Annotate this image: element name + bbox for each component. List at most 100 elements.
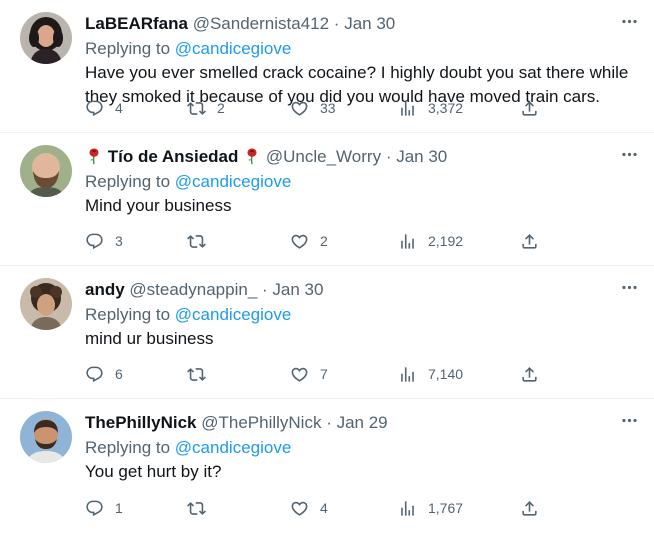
tweet-header: Tío de Ansiedad @Uncle_Worry · Jan 30 bbox=[85, 145, 634, 169]
user-handle[interactable]: @ThePhillyNick bbox=[201, 413, 321, 432]
more-options-icon[interactable] bbox=[618, 409, 640, 431]
share-icon bbox=[520, 499, 539, 518]
view-count: 3,372 bbox=[428, 100, 464, 116]
reply-icon bbox=[85, 232, 104, 251]
mention-link[interactable]: @candicegiove bbox=[175, 438, 292, 457]
display-name[interactable]: andy bbox=[85, 280, 125, 299]
share-button[interactable] bbox=[520, 229, 550, 253]
replying-to: Replying to @candicegiove bbox=[85, 170, 634, 194]
retweet-button[interactable] bbox=[187, 229, 290, 253]
like-button[interactable]: 33 bbox=[290, 96, 398, 120]
share-button[interactable] bbox=[520, 362, 550, 386]
display-name[interactable]: ThePhillyNick bbox=[85, 413, 196, 432]
retweet-button[interactable]: 2 bbox=[187, 96, 290, 120]
share-icon bbox=[520, 99, 539, 118]
action-bar: 3 2 2,192 bbox=[85, 229, 558, 253]
like-icon bbox=[290, 499, 309, 518]
action-bar: 6 7 7,140 bbox=[85, 362, 558, 386]
tweet-date[interactable]: Jan 30 bbox=[344, 14, 395, 33]
tweet-header: ThePhillyNick @ThePhillyNick · Jan 29 bbox=[85, 411, 634, 435]
separator: · bbox=[385, 147, 392, 166]
reply-count: 3 bbox=[115, 233, 123, 249]
retweet-icon bbox=[187, 499, 206, 518]
display-name[interactable]: Tío de Ansiedad bbox=[108, 147, 239, 166]
views-icon bbox=[398, 99, 417, 118]
mention-link[interactable]: @candicegiove bbox=[175, 172, 292, 191]
reply-icon bbox=[85, 499, 104, 518]
tweet-date[interactable]: Jan 29 bbox=[337, 413, 388, 432]
like-count: 2 bbox=[320, 233, 328, 249]
replying-to-label: Replying to bbox=[85, 39, 171, 58]
reply-count: 4 bbox=[115, 100, 123, 116]
views-button[interactable]: 2,192 bbox=[398, 229, 520, 253]
display-name[interactable]: LaBEARfana bbox=[85, 14, 188, 33]
mention-link[interactable]: @candicegiove bbox=[175, 305, 292, 324]
tweet-header: LaBEARfana @Sandernista412 · Jan 30 bbox=[85, 12, 634, 36]
mention-link[interactable]: @candicegiove bbox=[175, 39, 292, 58]
view-count: 1,767 bbox=[428, 500, 464, 516]
avatar[interactable] bbox=[20, 12, 72, 64]
like-count: 7 bbox=[320, 366, 328, 382]
retweet-icon bbox=[187, 232, 206, 251]
user-handle[interactable]: @Uncle_Worry bbox=[266, 147, 381, 166]
retweet-icon bbox=[187, 99, 206, 118]
share-icon bbox=[520, 365, 539, 384]
replying-to-label: Replying to bbox=[85, 172, 171, 191]
like-icon bbox=[290, 99, 309, 118]
tweet-text: Mind your business bbox=[85, 196, 232, 215]
view-count: 2,192 bbox=[428, 233, 464, 249]
more-options-icon[interactable] bbox=[618, 143, 640, 165]
reply-button[interactable]: 1 bbox=[85, 496, 187, 520]
reply-icon bbox=[85, 99, 104, 118]
user-handle[interactable]: @steadynappin_ bbox=[129, 280, 257, 299]
action-bar: 4 2 33 3,372 bbox=[85, 96, 558, 120]
like-button[interactable]: 7 bbox=[290, 362, 398, 386]
views-button[interactable]: 7,140 bbox=[398, 362, 520, 386]
more-options-icon[interactable] bbox=[618, 10, 640, 32]
reply-button[interactable]: 3 bbox=[85, 229, 187, 253]
more-options-icon[interactable] bbox=[618, 276, 640, 298]
separator: · bbox=[326, 413, 332, 432]
reply-tweet[interactable]: LaBEARfana @Sandernista412 · Jan 30 Repl… bbox=[0, 0, 654, 133]
reply-count: 6 bbox=[115, 366, 123, 382]
avatar[interactable] bbox=[20, 411, 72, 463]
user-handle[interactable]: @Sandernista412 bbox=[193, 14, 329, 33]
tweet-text: mind ur business bbox=[85, 329, 214, 348]
views-icon bbox=[398, 232, 417, 251]
views-button[interactable]: 1,767 bbox=[398, 496, 520, 520]
avatar[interactable] bbox=[20, 278, 72, 330]
replying-to: Replying to @candicegiove bbox=[85, 37, 634, 61]
separator: · bbox=[333, 14, 340, 33]
reply-tweet[interactable]: andy @steadynappin_ · Jan 30 Replying to… bbox=[0, 266, 654, 399]
share-button[interactable] bbox=[520, 96, 550, 120]
retweet-count: 2 bbox=[217, 100, 225, 116]
share-button[interactable] bbox=[520, 496, 550, 520]
reply-tweet[interactable]: Tío de Ansiedad @Uncle_Worry · Jan 30 Re… bbox=[0, 133, 654, 266]
replying-to: Replying to @candicegiove bbox=[85, 303, 634, 327]
like-button[interactable]: 4 bbox=[290, 496, 398, 520]
view-count: 7,140 bbox=[428, 366, 464, 382]
rose-icon bbox=[243, 147, 261, 165]
action-bar: 1 4 1,767 bbox=[85, 496, 558, 520]
replying-to-label: Replying to bbox=[85, 305, 171, 324]
share-icon bbox=[520, 232, 539, 251]
retweet-button[interactable] bbox=[187, 496, 290, 520]
tweet-text: You get hurt by it? bbox=[85, 462, 222, 481]
separator: · bbox=[262, 280, 268, 299]
reply-count: 1 bbox=[115, 500, 123, 516]
replying-to-label: Replying to bbox=[85, 438, 171, 457]
reply-button[interactable]: 6 bbox=[85, 362, 187, 386]
views-button[interactable]: 3,372 bbox=[398, 96, 520, 120]
like-icon bbox=[290, 232, 309, 251]
tweet-date[interactable]: Jan 30 bbox=[272, 280, 323, 299]
replying-to: Replying to @candicegiove bbox=[85, 436, 634, 460]
reply-icon bbox=[85, 365, 104, 384]
tweet-date[interactable]: Jan 30 bbox=[396, 147, 447, 166]
retweet-button[interactable] bbox=[187, 362, 290, 386]
reply-button[interactable]: 4 bbox=[85, 96, 187, 120]
avatar[interactable] bbox=[20, 145, 72, 197]
tweet-header: andy @steadynappin_ · Jan 30 bbox=[85, 278, 634, 302]
reply-tweet[interactable]: ThePhillyNick @ThePhillyNick · Jan 29 Re… bbox=[0, 399, 654, 532]
like-button[interactable]: 2 bbox=[290, 229, 398, 253]
views-icon bbox=[398, 365, 417, 384]
